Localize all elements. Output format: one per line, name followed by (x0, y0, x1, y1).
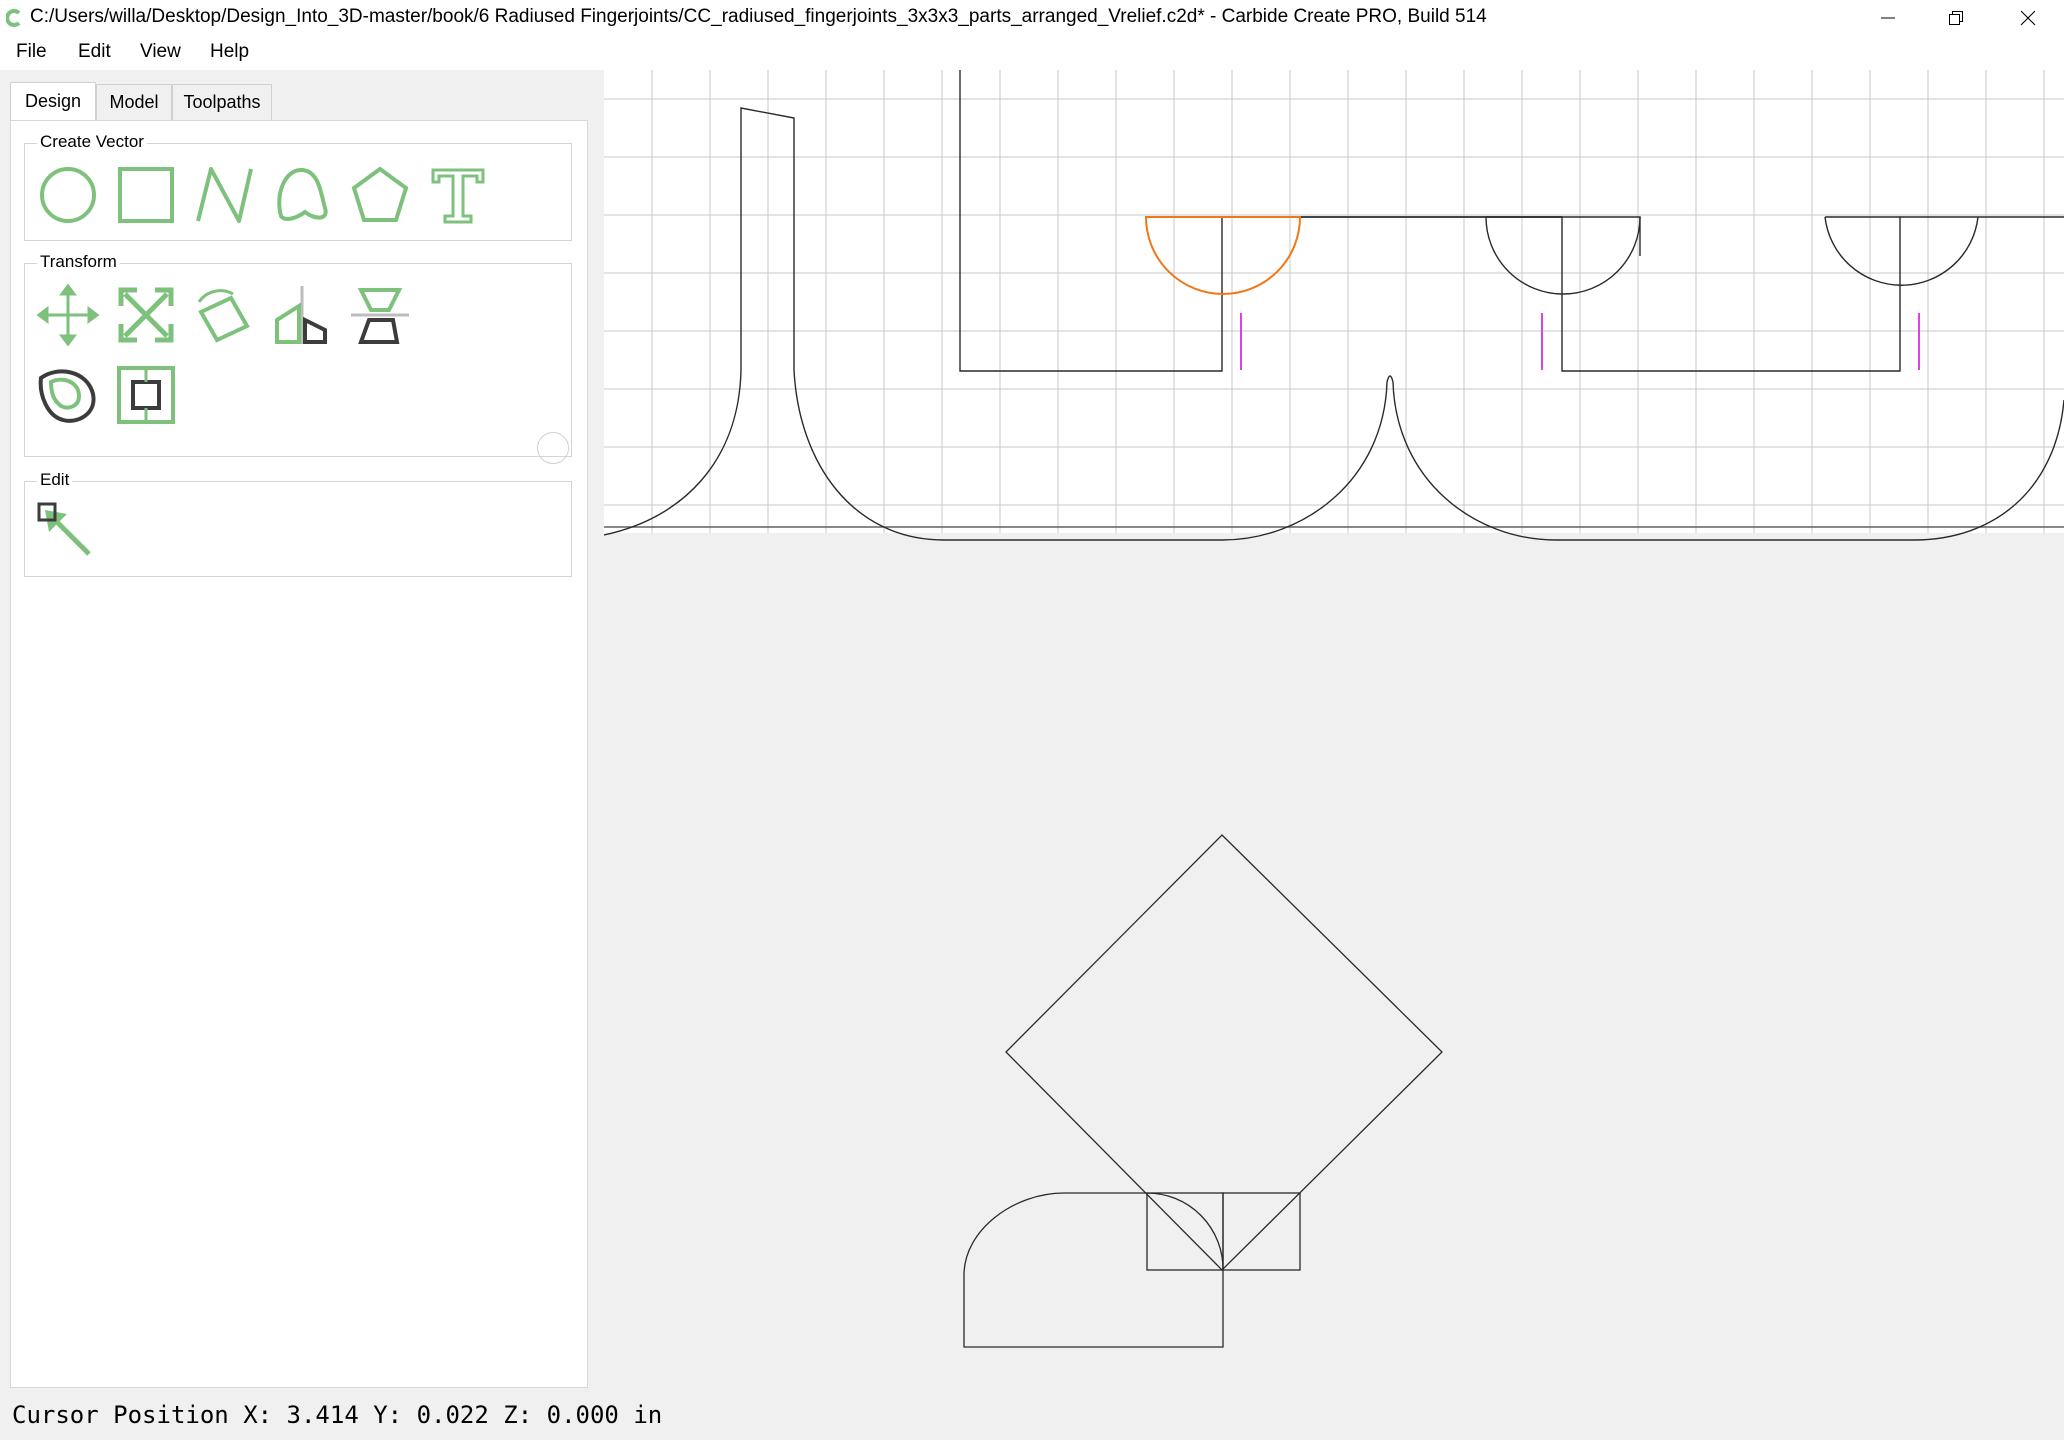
create-vector-label: Create Vector (37, 132, 147, 152)
menu-edit[interactable]: Edit (78, 41, 111, 63)
vector-quarter-arc[interactable] (1146, 1192, 1224, 1271)
restore-icon (1949, 11, 1963, 25)
node-edit-icon[interactable] (37, 502, 99, 564)
offset-icon[interactable] (37, 364, 99, 426)
close-icon (2020, 10, 2036, 26)
title-bar: C:/Users/willa/Desktop/Design_Into_3D-ma… (0, 0, 2064, 36)
create-vector-group: Create Vector (24, 132, 572, 241)
tab-model[interactable]: Model (96, 84, 172, 120)
tab-design[interactable]: Design (10, 82, 96, 120)
status-bar: Cursor Position X: 3.414 Y: 0.022 Z: 0.0… (0, 1388, 2064, 1440)
rotate-icon[interactable] (193, 284, 255, 346)
align-icon[interactable] (349, 284, 411, 346)
polygon-icon[interactable] (349, 164, 411, 226)
edit-label: Edit (37, 470, 73, 490)
menu-view[interactable]: View (140, 41, 181, 63)
mirror-icon[interactable] (271, 284, 333, 346)
menu-file[interactable]: File (16, 41, 47, 63)
vector-diamond[interactable] (1005, 834, 1443, 1271)
minimize-icon (1881, 17, 1895, 19)
rectangle-icon[interactable] (115, 164, 177, 226)
transform-group: Transform (24, 252, 572, 464)
circle-icon[interactable] (37, 164, 99, 226)
window-title: C:/Users/willa/Desktop/Design_Into_3D-ma… (30, 6, 1487, 27)
minimize-button[interactable] (1854, 0, 1922, 36)
stock-area (604, 70, 2064, 533)
close-button[interactable] (1994, 0, 2062, 36)
vector-square-left[interactable] (1146, 1192, 1224, 1271)
tab-toolpaths[interactable]: Toolpaths (172, 84, 272, 120)
scale-icon[interactable] (115, 284, 177, 346)
restore-button[interactable] (1922, 0, 1990, 36)
polyline-icon[interactable] (193, 164, 255, 226)
cursor-position-readout: Cursor Position X: 3.414 Y: 0.022 Z: 0.0… (12, 1401, 663, 1429)
move-icon[interactable] (37, 284, 99, 346)
panel-resize-handle[interactable] (537, 432, 569, 464)
left-panel: Design Model Toolpaths Create Vector Tra… (0, 70, 604, 1388)
menu-bar: File Edit View Help (0, 36, 2064, 70)
app-logo-icon (6, 9, 21, 27)
curve-icon[interactable] (271, 164, 333, 226)
edit-group: Edit (24, 470, 572, 577)
text-icon[interactable] (427, 164, 489, 226)
design-tab-panel: Create Vector Transform Edit (10, 120, 588, 1388)
boolean-icon[interactable] (115, 364, 177, 426)
transform-label: Transform (37, 252, 120, 272)
design-canvas[interactable] (604, 70, 2064, 1388)
menu-help[interactable]: Help (210, 41, 249, 63)
